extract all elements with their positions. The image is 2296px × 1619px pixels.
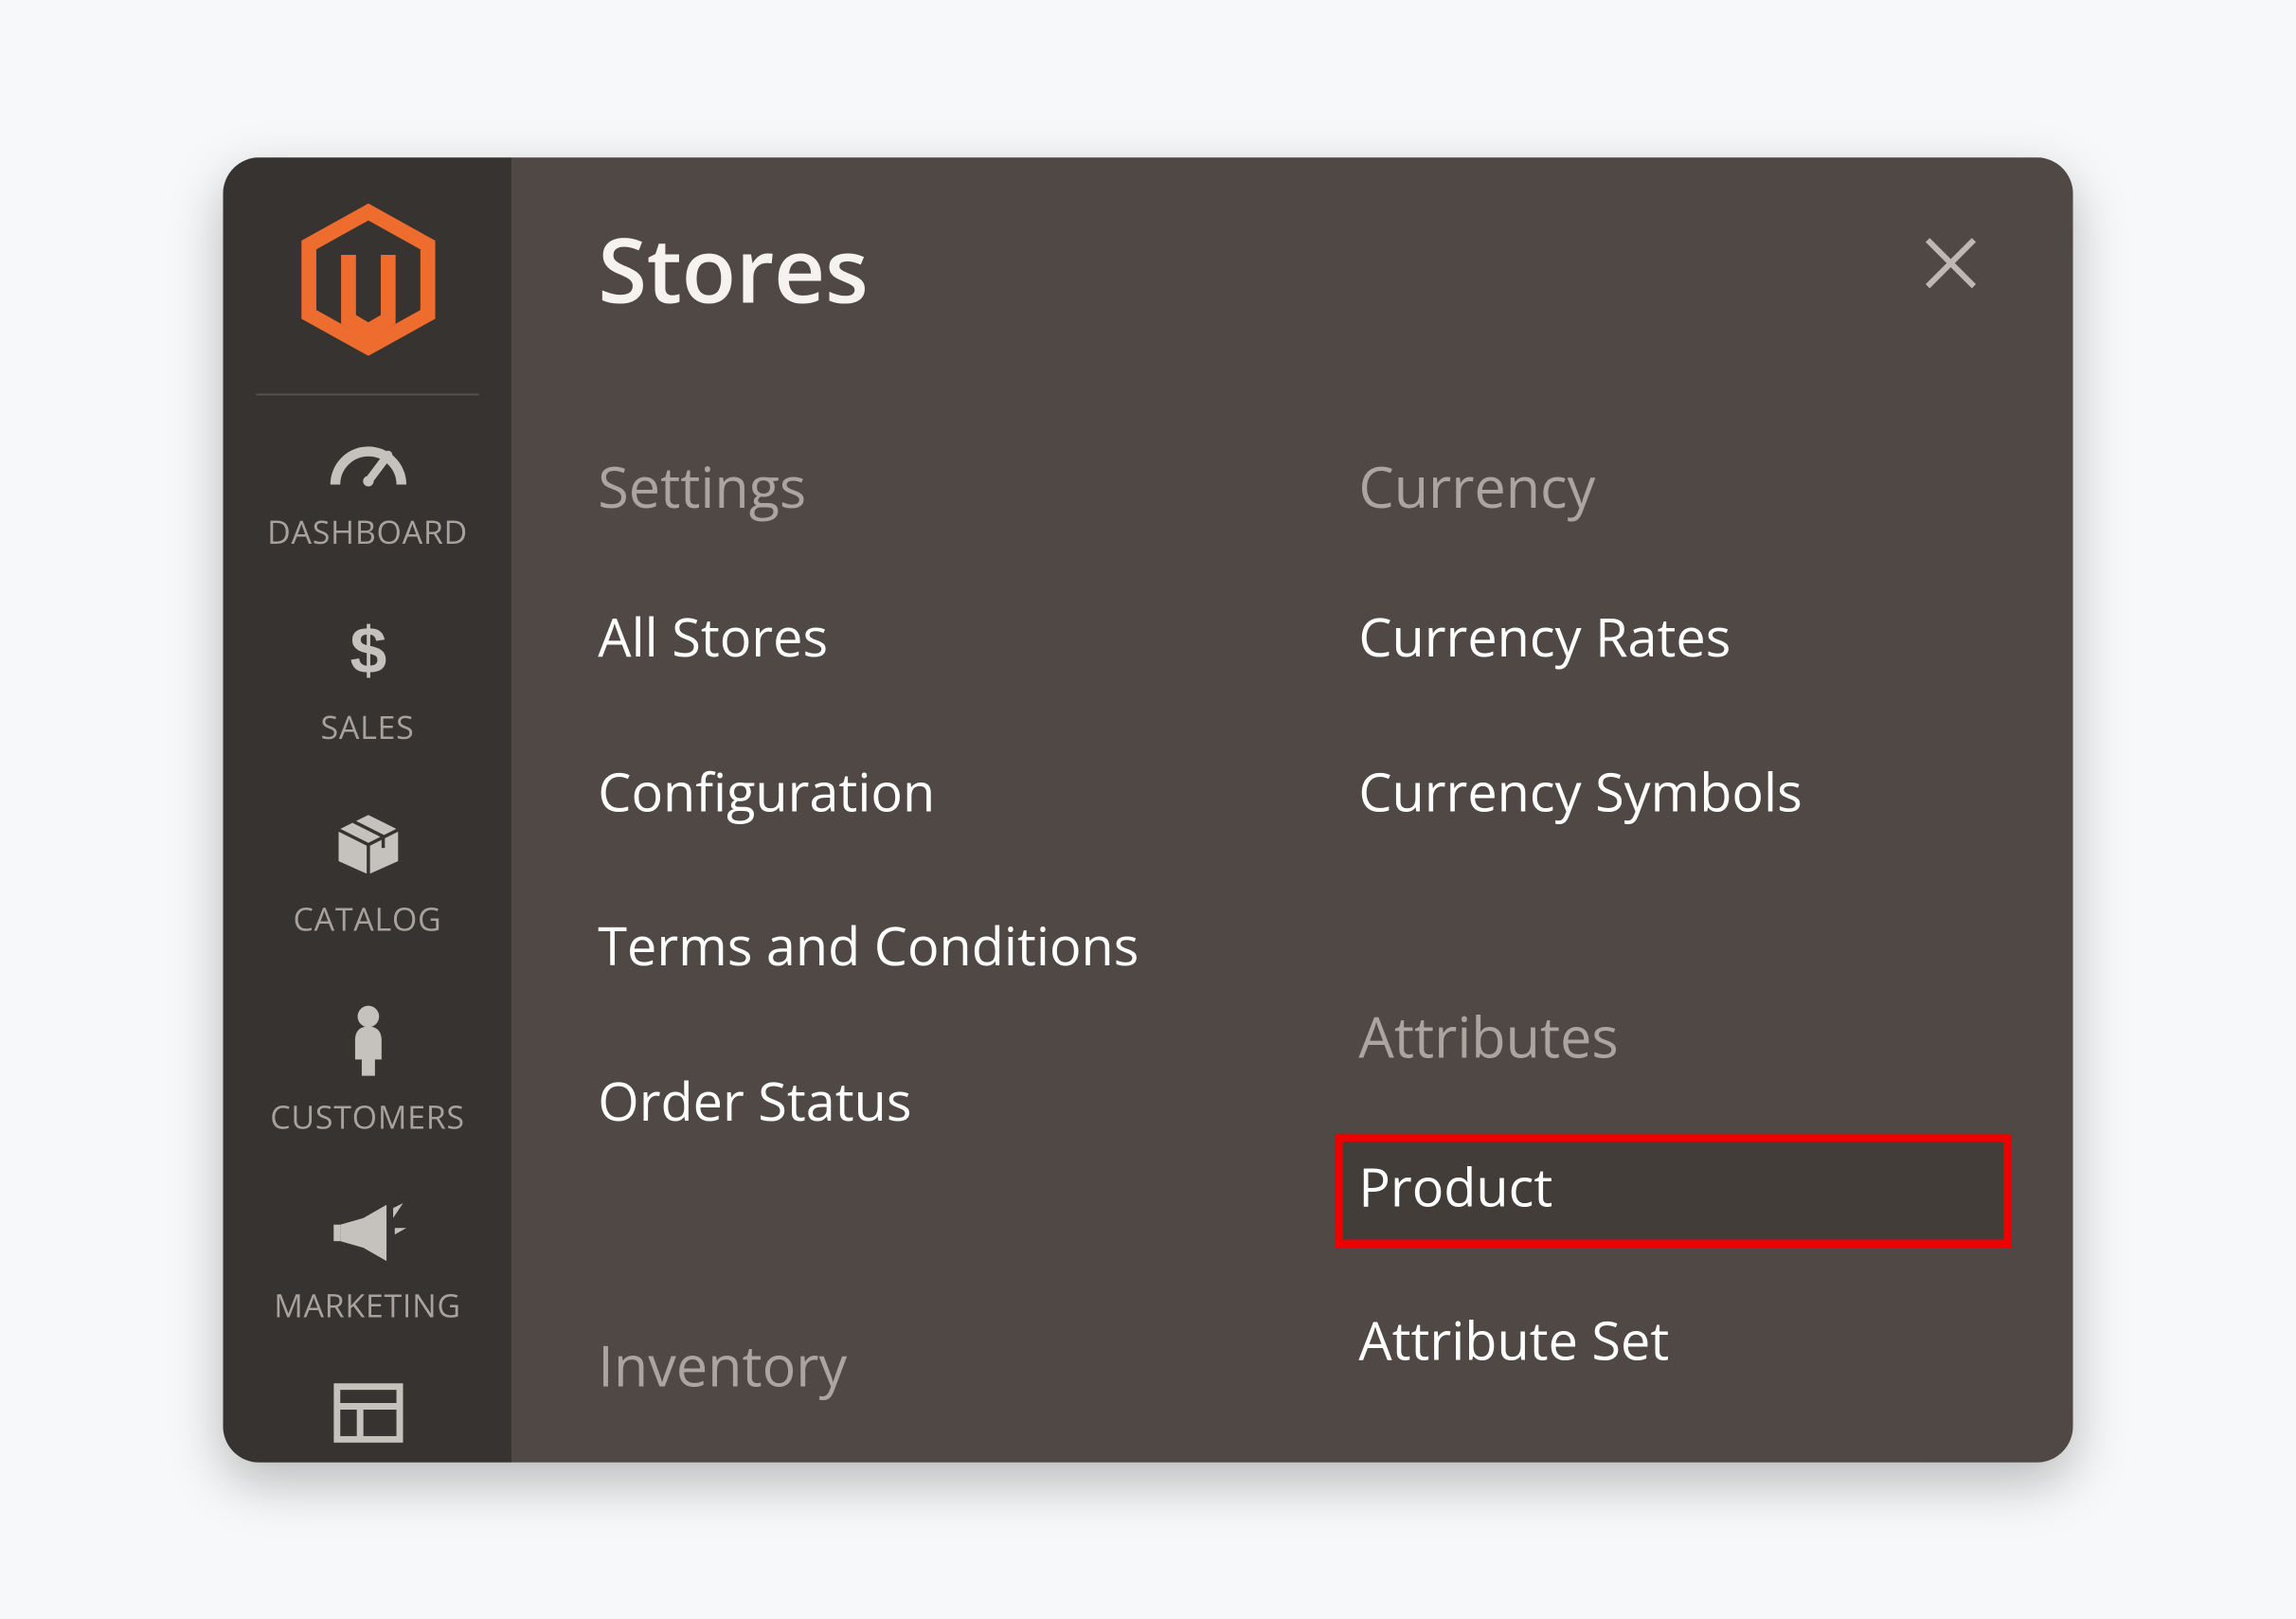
menu-item-all-stores[interactable]: All Stores: [598, 603, 1227, 673]
sidebar-item-label: SALES: [321, 704, 415, 748]
close-icon: [1921, 233, 1981, 293]
gauge-icon: [229, 435, 505, 499]
sidebar-item-label: CATALOG: [294, 895, 442, 940]
group-attributes: Attributes Product Attribute Set: [1358, 1008, 1987, 1375]
sidebar-item-label: DASHBOARD: [267, 509, 468, 553]
person-icon: [229, 1003, 505, 1084]
group-settings: Settings All Stores Configuration Terms …: [598, 458, 1227, 1136]
menu-item-currency-rates[interactable]: Currency Rates: [1358, 603, 1987, 673]
group-inventory: Inventory: [598, 1337, 1227, 1393]
panel-title: Stores: [598, 207, 1987, 329]
svg-text:$: $: [350, 616, 386, 685]
close-button[interactable]: [1911, 223, 1991, 302]
sidebar-item-label: MARKETING: [274, 1282, 461, 1326]
panel-column-left: Settings All Stores Configuration Terms …: [598, 458, 1227, 1394]
menu-item-order-status[interactable]: Order Status: [598, 1067, 1227, 1136]
panel-column-right: Currency Currency Rates Currency Symbols…: [1358, 458, 1987, 1394]
group-heading: Attributes: [1358, 1008, 1987, 1064]
sidebar-item-catalog[interactable]: CATALOG: [223, 782, 511, 973]
logo[interactable]: [223, 157, 511, 393]
menu-item-configuration[interactable]: Configuration: [598, 758, 1227, 827]
box-icon: [229, 811, 505, 885]
admin-sidebar: DASHBOARD $ SALES: [223, 157, 511, 1463]
dollar-icon: $: [229, 616, 505, 693]
sidebar-item-sales[interactable]: $ SALES: [223, 586, 511, 782]
group-heading: Inventory: [598, 1337, 1227, 1393]
megaphone-icon: [229, 1201, 505, 1272]
stores-flyout-panel: Stores Settings All Stores Configuration…: [512, 157, 2073, 1463]
group-currency: Currency Currency Rates Currency Symbols: [1358, 458, 1987, 826]
sidebar-item-customers[interactable]: CUSTOMERS: [223, 973, 511, 1171]
menu-item-product-highlight: Product: [1334, 1134, 2012, 1248]
menu-item-terms-and-conditions[interactable]: Terms and Conditions: [598, 912, 1227, 981]
layout-icon: [229, 1383, 505, 1450]
magento-logo-icon: [300, 203, 436, 354]
sidebar-item-marketing[interactable]: MARKETING: [223, 1171, 511, 1359]
sidebar-divider: [256, 393, 478, 395]
group-heading: Currency: [1358, 458, 1987, 513]
menu-item-currency-symbols[interactable]: Currency Symbols: [1358, 758, 1987, 827]
menu-item-attribute-set[interactable]: Attribute Set: [1358, 1306, 1987, 1376]
menu-item-product[interactable]: Product: [1358, 1154, 1987, 1223]
sidebar-item-content[interactable]: [223, 1359, 511, 1462]
sidebar-item-dashboard[interactable]: DASHBOARD: [223, 405, 511, 586]
sidebar-item-label: CUSTOMERS: [270, 1093, 464, 1138]
group-heading: Settings: [598, 458, 1227, 513]
